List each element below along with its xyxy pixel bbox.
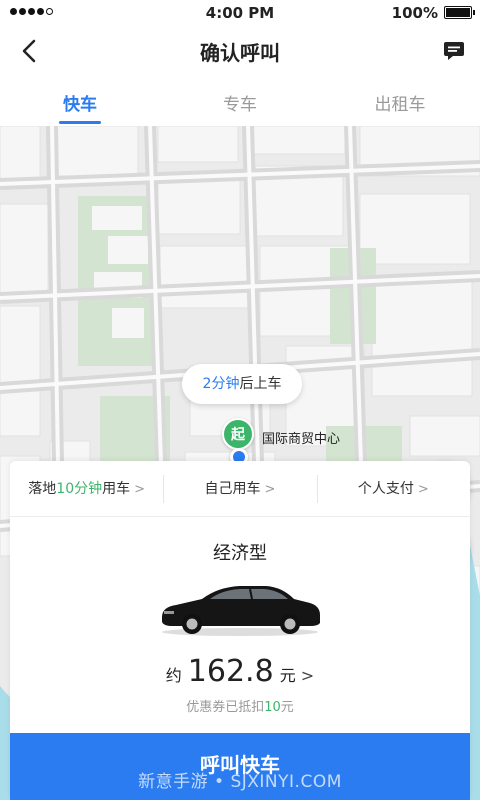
rider-option[interactable]: 自己用车 > (163, 461, 316, 516)
watermark: 新意手游 • SJXINYI.COM (138, 772, 342, 792)
price-unit: 元 (279, 666, 296, 685)
schedule-option[interactable]: 落地10分钟用车 > (10, 461, 163, 516)
tab-taxi[interactable]: 出租车 (320, 76, 480, 126)
schedule-suffix: 用车 (102, 481, 131, 497)
coupon-prefix: 优惠券已抵扣 (186, 700, 265, 715)
chevron-right-icon: > (295, 666, 315, 685)
coupon-amount: 10 (264, 700, 281, 715)
coupon-suffix: 元 (280, 700, 294, 715)
tab-express[interactable]: 快车 (0, 76, 160, 126)
tab-premier[interactable]: 专车 (160, 76, 320, 126)
chevron-right-icon: > (417, 482, 429, 497)
chevron-right-icon: > (264, 482, 276, 497)
payment-label: 个人支付 (357, 481, 414, 497)
price-prefix: 约 (165, 666, 182, 685)
schedule-time: 10分钟 (56, 481, 103, 497)
ride-options-row: 落地10分钟用车 > 自己用车 > 个人支付 > (10, 461, 470, 517)
eta-bubble: 2分钟后上车 (182, 364, 302, 404)
schedule-prefix: 落地 (28, 481, 57, 497)
battery-percent: 100% (391, 4, 438, 22)
car-icon (162, 586, 320, 636)
nav-bar: 确认呼叫 (0, 26, 480, 76)
message-icon (444, 42, 464, 60)
eta-minutes: 2分钟 (202, 376, 240, 392)
price-estimate[interactable]: 约 162.8 元 > (10, 654, 470, 689)
rider-label: 自己用车 (204, 481, 261, 497)
eta-suffix: 后上车 (239, 376, 282, 392)
ride-type-tabs: 快车 专车 出租车 (0, 76, 480, 126)
car-type-label: 经济型 (213, 543, 267, 564)
pickup-place-label: 国际商贸中心 (262, 432, 341, 447)
battery-icon (444, 6, 475, 19)
start-pin: 起 (222, 418, 254, 450)
price-value: 162.8 (187, 654, 274, 689)
status-bar: 4:00 PM 100% (0, 0, 480, 26)
chevron-right-icon: > (134, 482, 146, 497)
payment-option[interactable]: 个人支付 > (316, 461, 470, 516)
page-title: 确认呼叫 (200, 41, 280, 65)
ride-confirm-card: 落地10分钟用车 > 自己用车 > 个人支付 > 经济型 约 162.8 元 > 优惠券已… (10, 461, 470, 800)
message-button[interactable] (442, 39, 466, 63)
coupon-note: 优惠券已抵扣10元 (10, 696, 470, 715)
